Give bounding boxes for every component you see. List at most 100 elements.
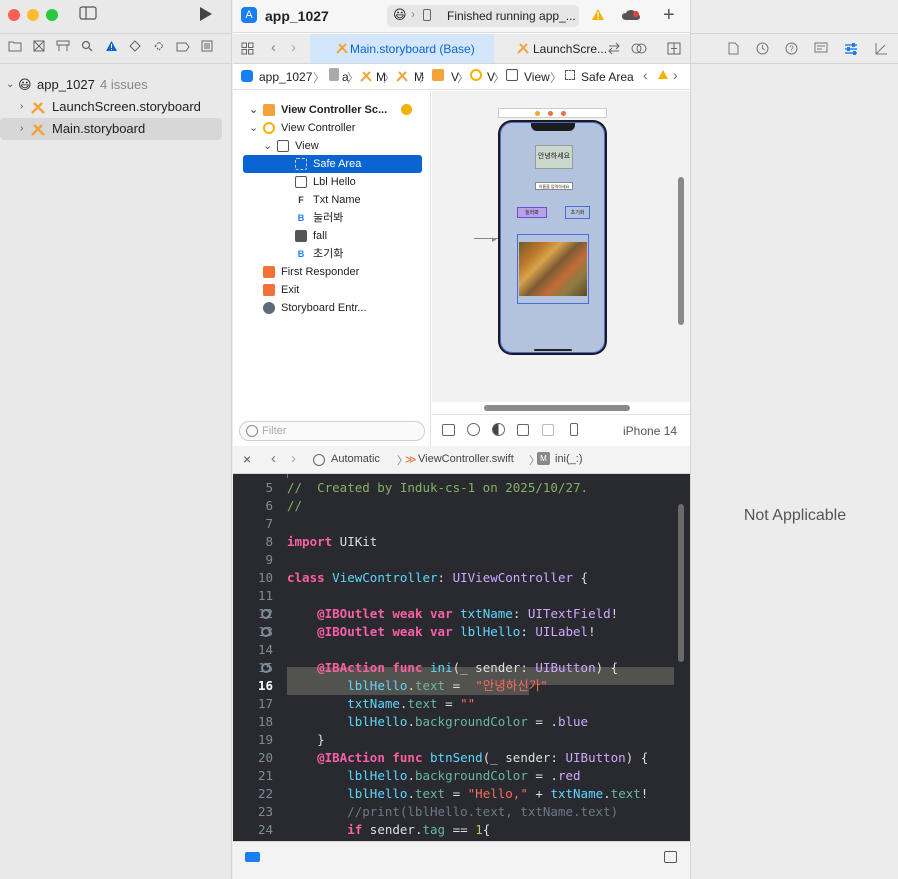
debug-icon[interactable] (151, 40, 167, 56)
mock-textfield[interactable]: 이름을 입력하세요 (535, 182, 573, 190)
code-line[interactable]: 7 (233, 515, 690, 533)
close-window-button[interactable] (8, 9, 20, 21)
tree-project-root[interactable]: ⌄ 😃 app_1027 4 issues (0, 74, 232, 96)
device-name[interactable]: iPhone 14 (623, 424, 677, 438)
horizontal-scrollbar[interactable] (484, 405, 630, 411)
code-line[interactable]: 10 class ViewController: UIViewController… (233, 569, 690, 587)
minimize-window-button[interactable] (27, 9, 39, 21)
outline-item[interactable]: First Responder (233, 263, 431, 281)
chevron-right-icon[interactable]: › (20, 118, 23, 140)
chevron-right-icon[interactable]: › (20, 96, 23, 118)
size-inspector-icon[interactable] (874, 42, 888, 56)
code-line[interactable]: 22 lblHello.text = "Hello," + txtName.te… (233, 785, 690, 803)
appearance-icon[interactable] (492, 423, 505, 436)
tree-file-main[interactable]: › Main.storyboard (0, 118, 222, 140)
breakpoint-icon[interactable] (175, 40, 191, 56)
outline-item[interactable]: F Txt Name (233, 191, 431, 209)
view-background[interactable]: 안녕하세요 이름을 입력하세요 눌러봐 초기화 (500, 122, 605, 353)
adjust-icon[interactable] (631, 42, 647, 58)
split-view-icon[interactable] (542, 424, 554, 436)
close-icon[interactable]: × (243, 451, 251, 467)
warning-badge-icon[interactable] (401, 104, 412, 115)
outline-item[interactable]: Lbl Hello (233, 173, 431, 191)
code-line[interactable]: 24 if sender.tag == 1{ (233, 821, 690, 839)
code-line[interactable]: 19 } (233, 731, 690, 749)
grid-icon[interactable] (241, 42, 254, 58)
issue-icon[interactable] (103, 40, 119, 56)
zoom-window-button[interactable] (46, 9, 58, 21)
tab-launchscreen[interactable]: LaunchScre... (495, 34, 607, 63)
search-icon[interactable] (79, 40, 95, 56)
outline-toggle-icon[interactable] (442, 424, 455, 436)
scene-dock[interactable] (498, 108, 607, 118)
identity-icon[interactable] (814, 42, 828, 56)
code-line[interactable]: 21 lblHello.backgroundColor = .red (233, 767, 690, 785)
code-line[interactable]: 12 @IBOutlet weak var txtName: UITextFie… (233, 605, 690, 623)
code-line[interactable]: 20 @IBAction func btnSend(_ sender: UIBu… (233, 749, 690, 767)
forward-icon[interactable]: › (291, 450, 296, 467)
symbol-icon[interactable] (55, 40, 71, 56)
mock-imageview[interactable] (517, 234, 589, 304)
code-scrollbar[interactable] (678, 504, 684, 662)
outline-item[interactable]: ⌄ View Controller (233, 119, 431, 137)
forward-icon[interactable]: › (291, 39, 296, 56)
code-line[interactable]: 13 @IBOutlet weak var lblHello: UILabel! (233, 623, 690, 641)
codebar-symbol[interactable]: ini(_:) (555, 453, 583, 465)
tree-file-launchscreen[interactable]: › LaunchScreen.storyboard (0, 96, 232, 118)
console-toggle-icon[interactable] (664, 851, 677, 863)
history-icon[interactable] (755, 42, 769, 56)
attributes-icon[interactable] (844, 42, 858, 56)
code-line[interactable]: 18 lblHello.backgroundColor = .blue (233, 713, 690, 731)
add-button[interactable]: + (663, 4, 675, 27)
outline-scene[interactable]: ⌄ View Controller Sc... (233, 101, 431, 119)
outline-item[interactable]: Safe Area (243, 155, 422, 173)
code-line[interactable]: 15 @IBAction func ini(_ sender: UIButton… (233, 659, 690, 677)
orientation-icon[interactable] (517, 424, 529, 436)
cloud-icon[interactable] (621, 9, 641, 24)
file-inspector-icon[interactable] (726, 42, 740, 56)
test-icon[interactable] (127, 40, 143, 56)
mock-button-press[interactable]: 눌러봐 (517, 207, 547, 218)
split-editor-icon[interactable] (667, 42, 681, 58)
code-line[interactable]: 5 // Created by Induk-cs-1 on 2025/10/27. (233, 479, 690, 497)
chevron-down-icon[interactable]: ⌄ (263, 137, 272, 155)
outline-item[interactable]: Storyboard Entr... (233, 299, 431, 317)
report-icon[interactable] (199, 40, 215, 56)
code-line[interactable]: 23 //print(lblHello.text, txtName.text) (233, 803, 690, 821)
assistant-mode[interactable]: Automatic (331, 453, 380, 465)
source-control-icon[interactable] (31, 40, 47, 56)
code-line[interactable]: 11 (233, 587, 690, 605)
code-line[interactable]: 6 // (233, 497, 690, 515)
iphone-frame[interactable]: 안녕하세요 이름을 입력하세요 눌러봐 초기화 (498, 120, 607, 355)
activity-view[interactable]: 😃 › Finished running app_... (387, 5, 579, 27)
device-icon[interactable] (570, 423, 578, 436)
jump-item[interactable]: Safe Area (581, 70, 634, 84)
code-line[interactable]: 9 (233, 551, 690, 569)
jump-item[interactable]: View (524, 70, 550, 84)
code-editor[interactable]: 5 // Created by Induk-cs-1 on 2025/10/27.… (233, 474, 690, 841)
mock-label[interactable]: 안녕하세요 (535, 145, 573, 169)
outline-item[interactable]: ⌄ View (233, 137, 431, 155)
help-icon[interactable]: ? (784, 42, 798, 56)
run-button[interactable] (196, 6, 216, 24)
tab-main-storyboard[interactable]: Main.storyboard (Base) (310, 34, 494, 63)
chevron-down-icon[interactable]: ⌄ (6, 74, 14, 96)
storyboard-canvas[interactable]: 안녕하세요 이름을 입력하세요 눌러봐 초기화 ▸ (432, 91, 690, 411)
code-line[interactable]: 16 lblHello.text = "안녕하신가" (233, 677, 690, 695)
outline-item[interactable]: B 초기화 (233, 245, 431, 263)
codebar-file[interactable]: ViewController.swift (418, 453, 514, 465)
back-icon[interactable]: ‹ (271, 450, 276, 467)
swap-icon[interactable] (607, 42, 621, 58)
chevron-down-icon[interactable]: ⌄ (249, 101, 258, 119)
outline-item[interactable]: fall (233, 227, 431, 245)
chevron-left-icon[interactable]: ‹ (643, 67, 648, 83)
filter-field[interactable]: Filter (239, 421, 425, 441)
outline-item[interactable]: Exit (233, 281, 431, 299)
debug-toggle-icon[interactable] (245, 852, 260, 862)
chevron-right-icon[interactable]: › (673, 67, 678, 83)
mock-button-reset[interactable]: 초기화 (565, 206, 590, 219)
jump-item[interactable]: app_1027 (259, 70, 312, 84)
folder-icon[interactable] (7, 40, 23, 56)
warning-icon[interactable] (591, 8, 605, 24)
outline-item[interactable]: B 눌러봐 (233, 209, 431, 227)
